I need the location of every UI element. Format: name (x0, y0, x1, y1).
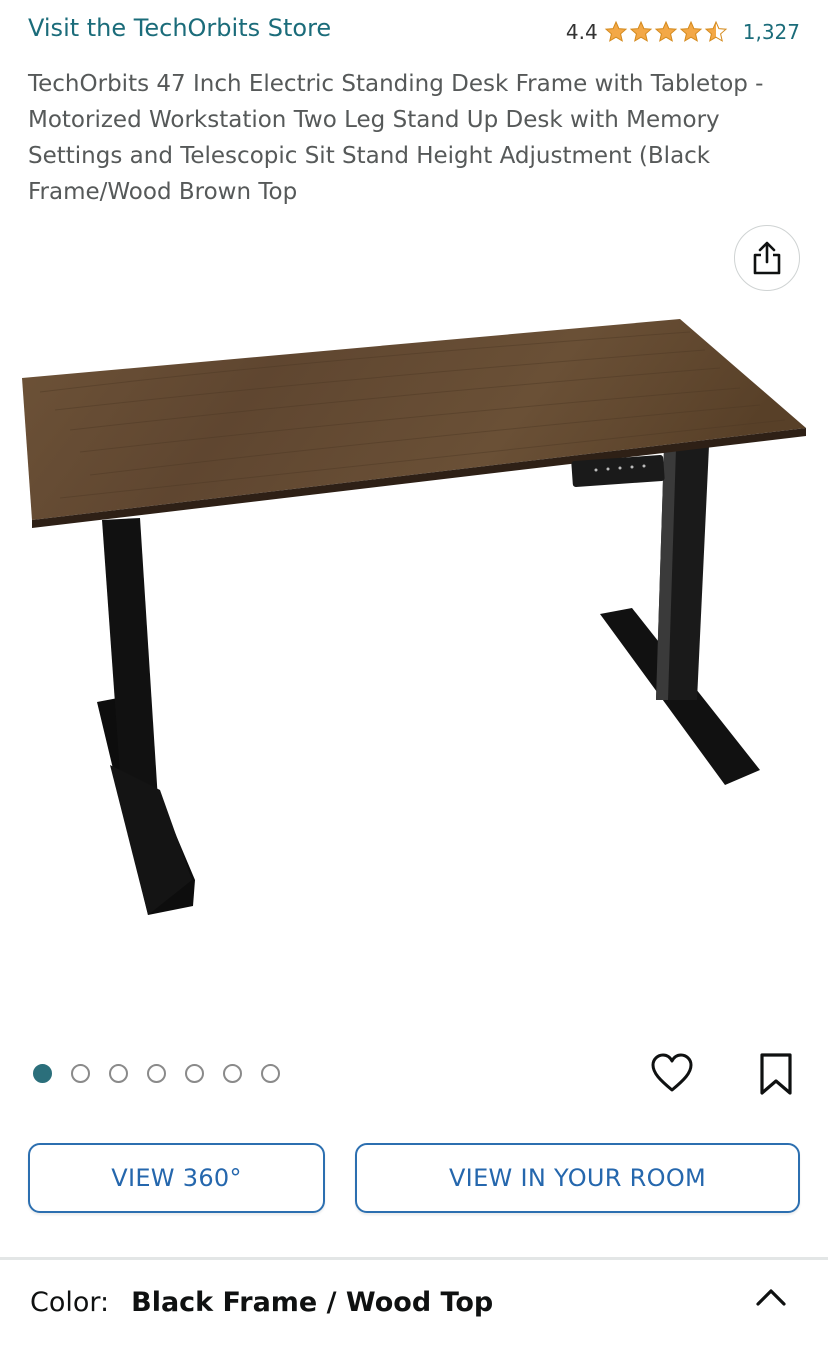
star-full-icon (654, 20, 677, 42)
share-button[interactable] (734, 225, 800, 291)
color-value: Black Frame / Wood Top (131, 1287, 494, 1318)
carousel-dot[interactable] (261, 1064, 280, 1083)
review-count[interactable]: 1,327 (743, 20, 800, 44)
rating-summary[interactable]: 4.4 1,327 (566, 20, 800, 44)
chevron-up-icon[interactable] (755, 1286, 787, 1308)
color-label: Color: (30, 1287, 110, 1318)
carousel-dot[interactable] (33, 1064, 52, 1083)
star-full-icon (679, 20, 702, 42)
view-in-room-button[interactable]: VIEW IN YOUR ROOM (355, 1143, 800, 1213)
carousel-dot[interactable] (71, 1064, 90, 1083)
star-full-icon (604, 20, 627, 42)
star-half-icon (704, 20, 727, 42)
carousel-dot[interactable] (223, 1064, 242, 1083)
share-icon (753, 241, 781, 275)
image-carousel-dots (33, 1064, 299, 1083)
view-360-button[interactable]: VIEW 360° (28, 1143, 325, 1213)
star-rating (604, 20, 729, 44)
store-link[interactable]: Visit the TechOrbits Store (28, 14, 331, 42)
product-image[interactable] (0, 300, 828, 940)
section-divider (0, 1257, 828, 1260)
color-selector[interactable]: Color: Black Frame / Wood Top (30, 1287, 493, 1318)
carousel-dot[interactable] (147, 1064, 166, 1083)
carousel-dot[interactable] (109, 1064, 128, 1083)
carousel-dot[interactable] (185, 1064, 204, 1083)
product-title: TechOrbits 47 Inch Electric Standing Des… (28, 71, 764, 205)
rating-value: 4.4 (565, 20, 598, 44)
heart-icon[interactable] (650, 1052, 694, 1094)
bookmark-icon[interactable] (758, 1052, 794, 1096)
star-full-icon (629, 20, 652, 42)
